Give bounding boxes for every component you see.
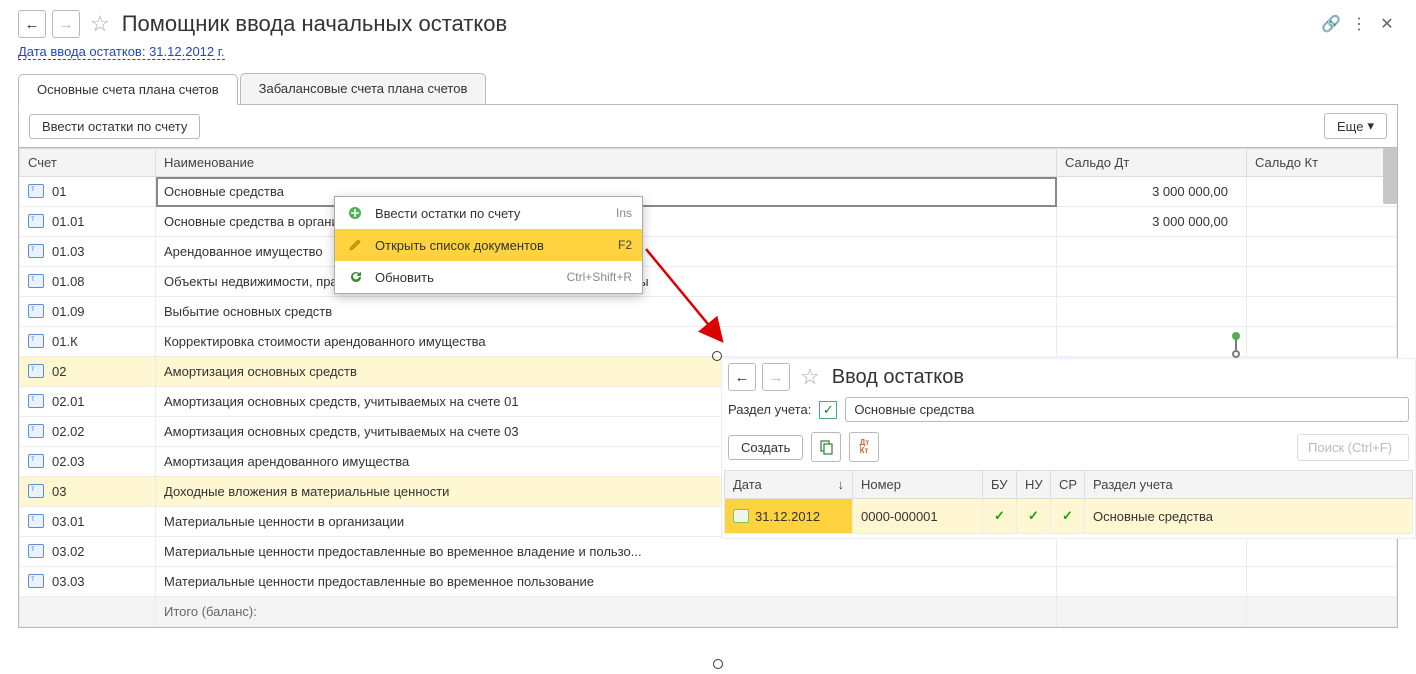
tabs: Основные счета плана счетов Забалансовые…	[18, 73, 1398, 105]
nav-fwd-2[interactable]: →	[762, 363, 790, 391]
col-kt[interactable]: Сальдо Кт	[1247, 149, 1397, 177]
col2-section[interactable]: Раздел учета	[1085, 471, 1413, 499]
secondary-window: ← → ☆ Ввод остатков Раздел учета: ✓ Осно…	[721, 358, 1416, 539]
account-icon	[28, 274, 44, 288]
tab-main-accounts[interactable]: Основные счета плана счетов	[18, 74, 238, 105]
col-dt[interactable]: Сальдо Дт	[1057, 149, 1247, 177]
account-icon	[28, 184, 44, 198]
dtkt-icon[interactable]: ДтКт	[849, 432, 879, 462]
section-checkbox[interactable]: ✓	[819, 401, 837, 419]
col2-bu[interactable]: БУ	[983, 471, 1017, 499]
table-row[interactable]: 01.01Основные средства в организации3 00…	[20, 207, 1397, 237]
table-row[interactable]: 03.02Материальные ценности предоставленн…	[20, 537, 1397, 567]
col-name[interactable]: Наименование	[156, 149, 1057, 177]
account-icon	[28, 304, 44, 318]
kebab-icon[interactable]: ⋮	[1348, 13, 1370, 35]
connection-point	[713, 659, 723, 669]
table-row[interactable]: 03.03Материальные ценности предоставленн…	[20, 567, 1397, 597]
account-icon	[28, 214, 44, 228]
context-menu-item[interactable]: Открыть список документовF2	[335, 229, 642, 261]
document-icon	[733, 509, 749, 523]
col2-number[interactable]: Номер	[853, 471, 983, 499]
table-row[interactable]: 01.09Выбытие основных средств	[20, 297, 1397, 327]
nav-back-2[interactable]: ←	[728, 363, 756, 391]
nav-fwd[interactable]: →	[52, 10, 80, 38]
section-label: Раздел учета:	[728, 402, 811, 417]
account-icon	[28, 514, 44, 528]
account-icon	[28, 484, 44, 498]
section-field[interactable]: Основные средства	[845, 397, 1409, 422]
chevron-down-icon: ▾	[1367, 118, 1374, 134]
col2-sr[interactable]: СР	[1051, 471, 1085, 499]
create-button[interactable]: Создать	[728, 435, 803, 460]
context-menu-item[interactable]: Ввести остатки по счетуIns	[335, 197, 642, 229]
scrollbar-thumb[interactable]	[1383, 148, 1397, 204]
connector-line	[1232, 332, 1240, 358]
account-icon	[28, 424, 44, 438]
refresh-icon	[345, 267, 365, 287]
account-icon	[28, 334, 44, 348]
table-row[interactable]: 01.08Объекты недвижимости, права собстве…	[20, 267, 1397, 297]
search-input[interactable]: Поиск (Ctrl+F)	[1297, 434, 1409, 461]
enter-balances-button[interactable]: Ввести остатки по счету	[29, 114, 200, 139]
page-title-2: Ввод остатков	[832, 366, 964, 389]
context-menu-item[interactable]: ОбновитьCtrl+Shift+R	[335, 261, 642, 293]
favorite-star-icon-2[interactable]: ☆	[800, 364, 820, 390]
table-row[interactable]: 01Основные средства3 000 000,00	[20, 177, 1397, 207]
more-button[interactable]: Еще ▾	[1324, 113, 1387, 139]
doc-row[interactable]: 31.12.2012 0000-000001 ✓ ✓ ✓ Основные ср…	[725, 499, 1413, 534]
plus-icon	[345, 203, 365, 223]
col2-nu[interactable]: НУ	[1017, 471, 1051, 499]
tab-offbalance-accounts[interactable]: Забалансовые счета плана счетов	[240, 73, 487, 104]
col-account[interactable]: Счет	[20, 149, 156, 177]
table-row[interactable]: 01.03Арендованное имущество	[20, 237, 1397, 267]
nav-back[interactable]: ←	[18, 10, 46, 38]
account-icon	[28, 394, 44, 408]
account-icon	[28, 574, 44, 588]
link-icon[interactable]: 🔗	[1320, 13, 1342, 35]
favorite-star-icon[interactable]: ☆	[90, 11, 110, 37]
col2-date[interactable]: Дата↓	[725, 471, 853, 499]
account-icon	[28, 244, 44, 258]
table-row[interactable]: 01.ККорректировка стоимости арендованног…	[20, 327, 1397, 357]
account-icon	[28, 454, 44, 468]
copy-icon[interactable]	[811, 432, 841, 462]
close-icon[interactable]: ✕	[1376, 13, 1398, 35]
page-title: Помощник ввода начальных остатков	[122, 11, 507, 37]
account-icon	[28, 544, 44, 558]
account-icon	[28, 364, 44, 378]
context-menu: Ввести остатки по счетуInsОткрыть список…	[334, 196, 643, 294]
date-link[interactable]: Дата ввода остатков: 31.12.2012 г.	[18, 44, 225, 60]
table-footer: Итого (баланс):	[20, 597, 1397, 627]
pencil-icon	[345, 235, 365, 255]
